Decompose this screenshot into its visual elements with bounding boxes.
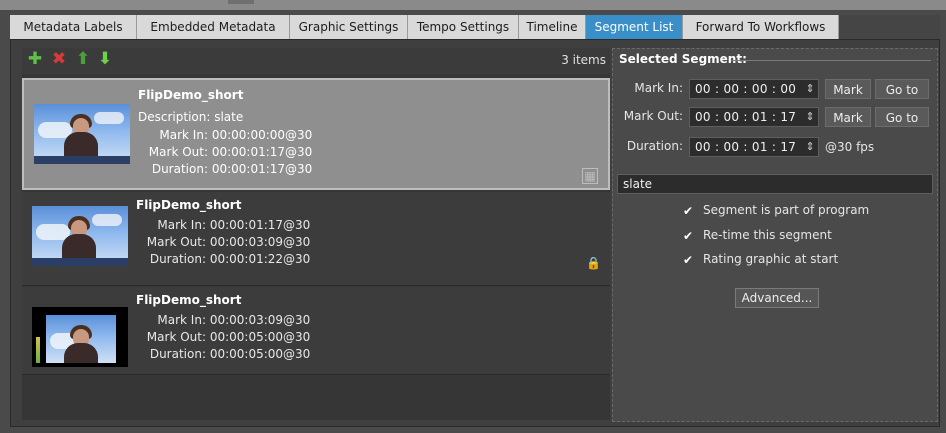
spinner-icon[interactable]: ⇕ xyxy=(805,109,815,125)
segment-thumbnail xyxy=(32,307,128,367)
move-up-icon[interactable]: ⬆ xyxy=(74,50,92,68)
segment-list[interactable]: FlipDemo_short Description: slate Mark I… xyxy=(22,74,610,420)
segment-item-2[interactable]: FlipDemo_short Mark In: 00:00:01:17@30 M… xyxy=(22,192,610,286)
segment-mark-out: Mark Out: 00:00:01:17@30 xyxy=(148,145,313,159)
rating-graphic-checkbox[interactable]: ✔ Rating graphic at start xyxy=(681,252,838,268)
tab-forward-to-workflows[interactable]: Forward To Workflows xyxy=(683,15,839,39)
segment-duration: Duration: 00:00:01:17@30 xyxy=(151,162,313,176)
tab-embedded-metadata[interactable]: Embedded Metadata xyxy=(137,15,290,39)
mark-in-field[interactable]: 00 : 00 : 00 : 00 ⇕ xyxy=(689,79,819,99)
delete-icon[interactable]: ✖ xyxy=(50,50,68,68)
tab-metadata-labels[interactable]: Metadata Labels xyxy=(10,15,137,39)
segment-title: FlipDemo_short xyxy=(136,293,242,307)
mark-in-label: Mark In: xyxy=(634,81,683,95)
segment-mark-in: Mark In: 00:00:01:17@30 xyxy=(157,218,311,232)
segment-thumbnail xyxy=(32,206,128,266)
tab-tempo-settings[interactable]: Tempo Settings xyxy=(408,15,519,39)
tab-timeline[interactable]: Timeline xyxy=(519,15,586,39)
move-down-icon[interactable]: ⬇ xyxy=(96,50,114,68)
selected-segment-panel: Selected Segment: Mark In: 00 : 00 : 00 … xyxy=(612,48,938,422)
segment-mark-in: Mark In: 00:00:00:00@30 xyxy=(159,128,313,142)
segment-item-3[interactable]: FlipDemo_short Mark In: 00:00:03:09@30 M… xyxy=(22,287,610,375)
checkmark-icon[interactable]: ✔ xyxy=(681,229,695,243)
segment-duration: Duration: 00:00:01:22@30 xyxy=(149,252,311,266)
segment-title: FlipDemo_short xyxy=(136,198,242,212)
mark-out-goto-button[interactable]: Go to xyxy=(875,107,929,127)
segment-duration: Duration: 00:00:05:00@30 xyxy=(149,347,311,361)
window-drag-handle[interactable] xyxy=(228,0,254,4)
retime-segment-checkbox[interactable]: ✔ Re-time this segment xyxy=(681,228,832,244)
segment-mark-out: Mark Out: 00:00:03:09@30 xyxy=(146,235,311,249)
segment-description: Description: slate xyxy=(138,110,244,124)
spinner-icon[interactable]: ⇕ xyxy=(805,139,815,155)
segment-thumbnail xyxy=(34,104,130,164)
segment-toolbar: ✚ ✖ ⬆ ⬇ 3 items xyxy=(22,48,610,72)
spinner-icon[interactable]: ⇕ xyxy=(805,81,815,97)
mark-in-goto-button[interactable]: Go to xyxy=(875,79,929,99)
items-count: 3 items xyxy=(561,53,606,67)
mark-out-label: Mark Out: xyxy=(623,109,683,123)
lock-icon[interactable]: 🔒 xyxy=(586,256,601,270)
duration-field[interactable]: 00 : 00 : 01 : 17 ⇕ xyxy=(689,137,819,157)
segment-title: FlipDemo_short xyxy=(138,88,244,102)
add-icon[interactable]: ✚ xyxy=(26,50,44,68)
fps-label: @30 fps xyxy=(825,140,875,154)
segment-mark-out: Mark Out: 00:00:05:00@30 xyxy=(146,330,311,344)
tab-bar: Metadata Labels Embedded Metadata Graphi… xyxy=(10,15,940,39)
duration-label: Duration: xyxy=(626,139,683,153)
segment-part-of-program-checkbox[interactable]: ✔ Segment is part of program xyxy=(681,203,869,219)
save-icon[interactable]: ▦ xyxy=(582,168,598,184)
description-field[interactable]: slate xyxy=(617,174,933,194)
segment-item-1[interactable]: FlipDemo_short Description: slate Mark I… xyxy=(22,78,610,190)
mark-out-mark-button[interactable]: Mark xyxy=(825,107,871,127)
mark-out-field[interactable]: 00 : 00 : 01 : 17 ⇕ xyxy=(689,107,819,127)
window-top-strip xyxy=(0,0,946,10)
tab-graphic-settings[interactable]: Graphic Settings xyxy=(290,15,408,39)
mark-in-mark-button[interactable]: Mark xyxy=(825,79,871,99)
checkmark-icon[interactable]: ✔ xyxy=(681,253,695,267)
checkmark-icon[interactable]: ✔ xyxy=(681,204,695,218)
tab-segment-list[interactable]: Segment List xyxy=(586,15,683,39)
group-divider xyxy=(731,60,931,61)
segment-mark-in: Mark In: 00:00:03:09@30 xyxy=(157,313,311,327)
selected-segment-title: Selected Segment: xyxy=(619,52,747,66)
advanced-button[interactable]: Advanced... xyxy=(735,288,819,308)
segment-list-panel: ✚ ✖ ⬆ ⬇ 3 items FlipDemo_short Descripti… xyxy=(22,48,610,420)
